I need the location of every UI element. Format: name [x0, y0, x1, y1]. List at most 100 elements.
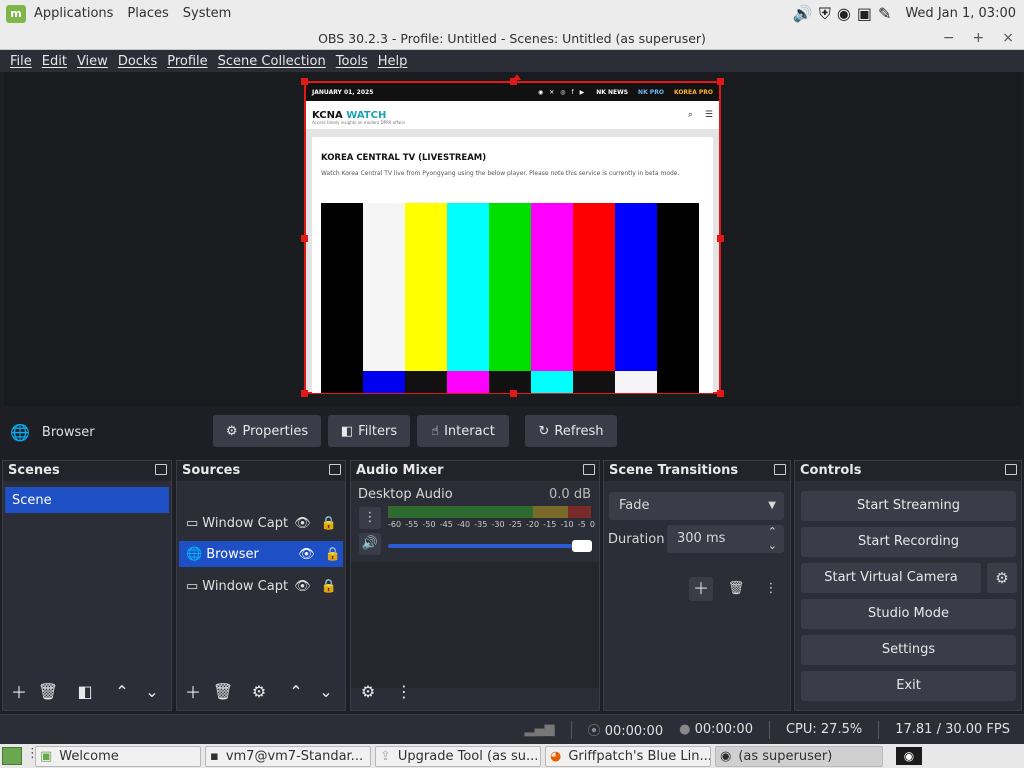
color-bar-lower	[321, 371, 363, 393]
show-desktop-icon[interactable]	[2, 747, 22, 765]
undock-icon[interactable]	[1005, 464, 1017, 475]
resize-handle-mr[interactable]	[717, 235, 724, 242]
menu-docks[interactable]: Docks	[118, 54, 157, 69]
minimize-button[interactable]: −	[943, 27, 955, 50]
move-source-down-button[interactable]: ⌄	[314, 680, 338, 702]
audio-mixer-menu-button[interactable]: ⋮	[392, 680, 416, 702]
mute-button[interactable]: 🔊	[359, 533, 381, 555]
source-properties-button[interactable]: ⚙	[247, 680, 271, 702]
mint-menu-icon[interactable]: m	[6, 4, 26, 23]
menu-tools[interactable]: Tools	[336, 54, 368, 69]
menu-edit[interactable]: Edit	[42, 54, 67, 69]
resize-handle-br[interactable]	[717, 390, 724, 397]
lock-icon[interactable]: 🔒	[321, 516, 337, 531]
add-scene-button[interactable]: ＋	[7, 680, 31, 702]
rotation-handle[interactable]	[513, 74, 521, 80]
audio-meter-scale: -60 -55 -50 -45 -40 -35 -30 -25 -20 -15 -10 -5 0	[388, 520, 595, 532]
advanced-audio-settings-button[interactable]: ⚙	[356, 680, 380, 702]
scene-transitions-title: Scene Transitions	[609, 463, 739, 478]
taskbar-item-firefox[interactable]: ◕ Griffpatch's Blue Lin...	[545, 746, 711, 767]
update-manager-icon[interactable]: ▣	[857, 4, 872, 23]
resize-handle-tl[interactable]	[301, 78, 308, 85]
settings-button[interactable]: Settings	[801, 635, 1016, 665]
window-icon: ▭	[186, 578, 199, 594]
move-source-up-button[interactable]: ⌃	[284, 680, 308, 702]
visibility-eye-icon[interactable]: 👁	[294, 516, 311, 531]
volume-icon[interactable]: 🔊	[793, 4, 813, 23]
refresh-button[interactable]: ↻ Refresh	[525, 415, 617, 447]
remove-scene-button[interactable]: 🗑	[36, 680, 60, 702]
search-icon: ⌕	[687, 110, 693, 120]
undock-icon[interactable]	[774, 464, 786, 475]
remove-source-button[interactable]: 🗑	[211, 680, 235, 702]
stream-icon: ⦿	[587, 724, 601, 739]
add-source-button[interactable]: ＋	[181, 680, 205, 702]
menu-applications[interactable]: Applications	[34, 6, 113, 21]
duration-spinbox[interactable]: 300 ms ⌃ ⌄	[667, 525, 784, 553]
visibility-eye-icon[interactable]: 👁	[294, 579, 311, 594]
interact-button[interactable]: ☝ Interact	[417, 415, 509, 447]
start-recording-button[interactable]: Start Recording	[801, 527, 1016, 557]
taskbar-item-terminal[interactable]: ▪ vm7@vm7-Standar...	[205, 746, 371, 767]
kcna-watch-logo: KCNA WATCH	[312, 109, 387, 121]
resize-handle-ml[interactable]	[301, 235, 308, 242]
menu-help[interactable]: Help	[378, 54, 408, 69]
transition-menu-button[interactable]: ⋮	[759, 577, 783, 601]
taskbar-item-welcome[interactable]: ▣ Welcome	[35, 746, 201, 767]
obs-tray-app-icon[interactable]: ◉	[896, 747, 922, 765]
scene-filters-button[interactable]: ◧	[73, 680, 97, 702]
undock-icon[interactable]	[329, 464, 341, 475]
resize-handle-bl[interactable]	[301, 390, 308, 397]
scene-item[interactable]: Scene	[5, 487, 169, 513]
start-streaming-button[interactable]: Start Streaming	[801, 491, 1016, 521]
menu-places[interactable]: Places	[127, 6, 168, 21]
maximize-button[interactable]: +	[973, 27, 985, 50]
x-icon: ✕	[549, 88, 555, 96]
properties-button[interactable]: ⚙ Properties	[213, 415, 321, 447]
virtual-camera-settings-button[interactable]: ⚙	[987, 563, 1017, 593]
source-item[interactable]: ▭ Window Capture 👁 🔒	[179, 573, 343, 599]
studio-mode-button[interactable]: Studio Mode	[801, 599, 1016, 629]
shield-icon[interactable]: ⛨	[819, 4, 831, 24]
filters-button[interactable]: ◧ Filters	[328, 415, 410, 447]
browser-source-preview[interactable]: JANUARY 01, 2025 ◉ ✕ ◎ f ▶ NK NEWS NK PR…	[301, 74, 724, 397]
menu-profile[interactable]: Profile	[167, 54, 207, 69]
transition-select[interactable]: Fade ▼	[609, 492, 784, 520]
move-scene-up-button[interactable]: ⌃	[110, 680, 134, 702]
controls-title: Controls	[800, 463, 862, 478]
window-titlebar[interactable]: OBS 30.2.3 - Profile: Untitled - Scenes:…	[0, 27, 1024, 50]
visibility-eye-icon[interactable]: 👁	[298, 547, 315, 562]
resize-handle-bc[interactable]	[510, 390, 517, 397]
obs-tray-icon[interactable]: ◉	[837, 4, 851, 23]
audio-menu-button[interactable]: ⋮	[359, 507, 381, 529]
menu-system[interactable]: System	[183, 6, 231, 21]
clock[interactable]: Wed Jan 1, 03:00	[905, 6, 1016, 21]
close-button[interactable]: ×	[1002, 27, 1014, 50]
lock-icon[interactable]: 🔒	[325, 547, 341, 562]
color-bar	[489, 203, 531, 393]
volume-slider-handle[interactable]	[572, 540, 592, 552]
menu-file[interactable]: File	[10, 54, 32, 69]
meter-tick-label: -15	[543, 520, 557, 529]
move-scene-down-button[interactable]: ⌄	[140, 680, 164, 702]
start-virtual-camera-button[interactable]: Start Virtual Camera	[801, 563, 981, 593]
menu-scene-collection[interactable]: Scene Collection	[218, 54, 326, 69]
lock-icon[interactable]: 🔒	[321, 579, 337, 594]
volume-slider[interactable]	[388, 540, 592, 552]
color-bar	[615, 203, 657, 393]
add-transition-button[interactable]: ＋	[689, 577, 713, 601]
website-topbar: JANUARY 01, 2025 ◉ ✕ ◎ f ▶ NK NEWS NK PR…	[306, 83, 719, 101]
taskbar-item-obs[interactable]: ◉ (as superuser)	[715, 746, 883, 767]
undock-icon[interactable]	[583, 464, 595, 475]
pen-icon[interactable]: ✎	[878, 4, 891, 23]
source-item[interactable]: ▭ Window Capture 👁 🔒	[179, 510, 343, 536]
resize-handle-tr[interactable]	[717, 78, 724, 85]
exit-button[interactable]: Exit	[801, 671, 1016, 701]
website-date: JANUARY 01, 2025	[312, 88, 374, 96]
menu-view[interactable]: View	[77, 54, 108, 69]
taskbar-item-upgrade-tool[interactable]: ⇪ Upgrade Tool (as su...	[375, 746, 541, 767]
undock-icon[interactable]	[155, 464, 167, 475]
spin-down-icon[interactable]: ⌄	[768, 532, 777, 560]
remove-transition-button[interactable]: 🗑	[724, 577, 748, 601]
source-item-selected[interactable]: 🌐 Browser 👁 🔒	[179, 541, 343, 567]
